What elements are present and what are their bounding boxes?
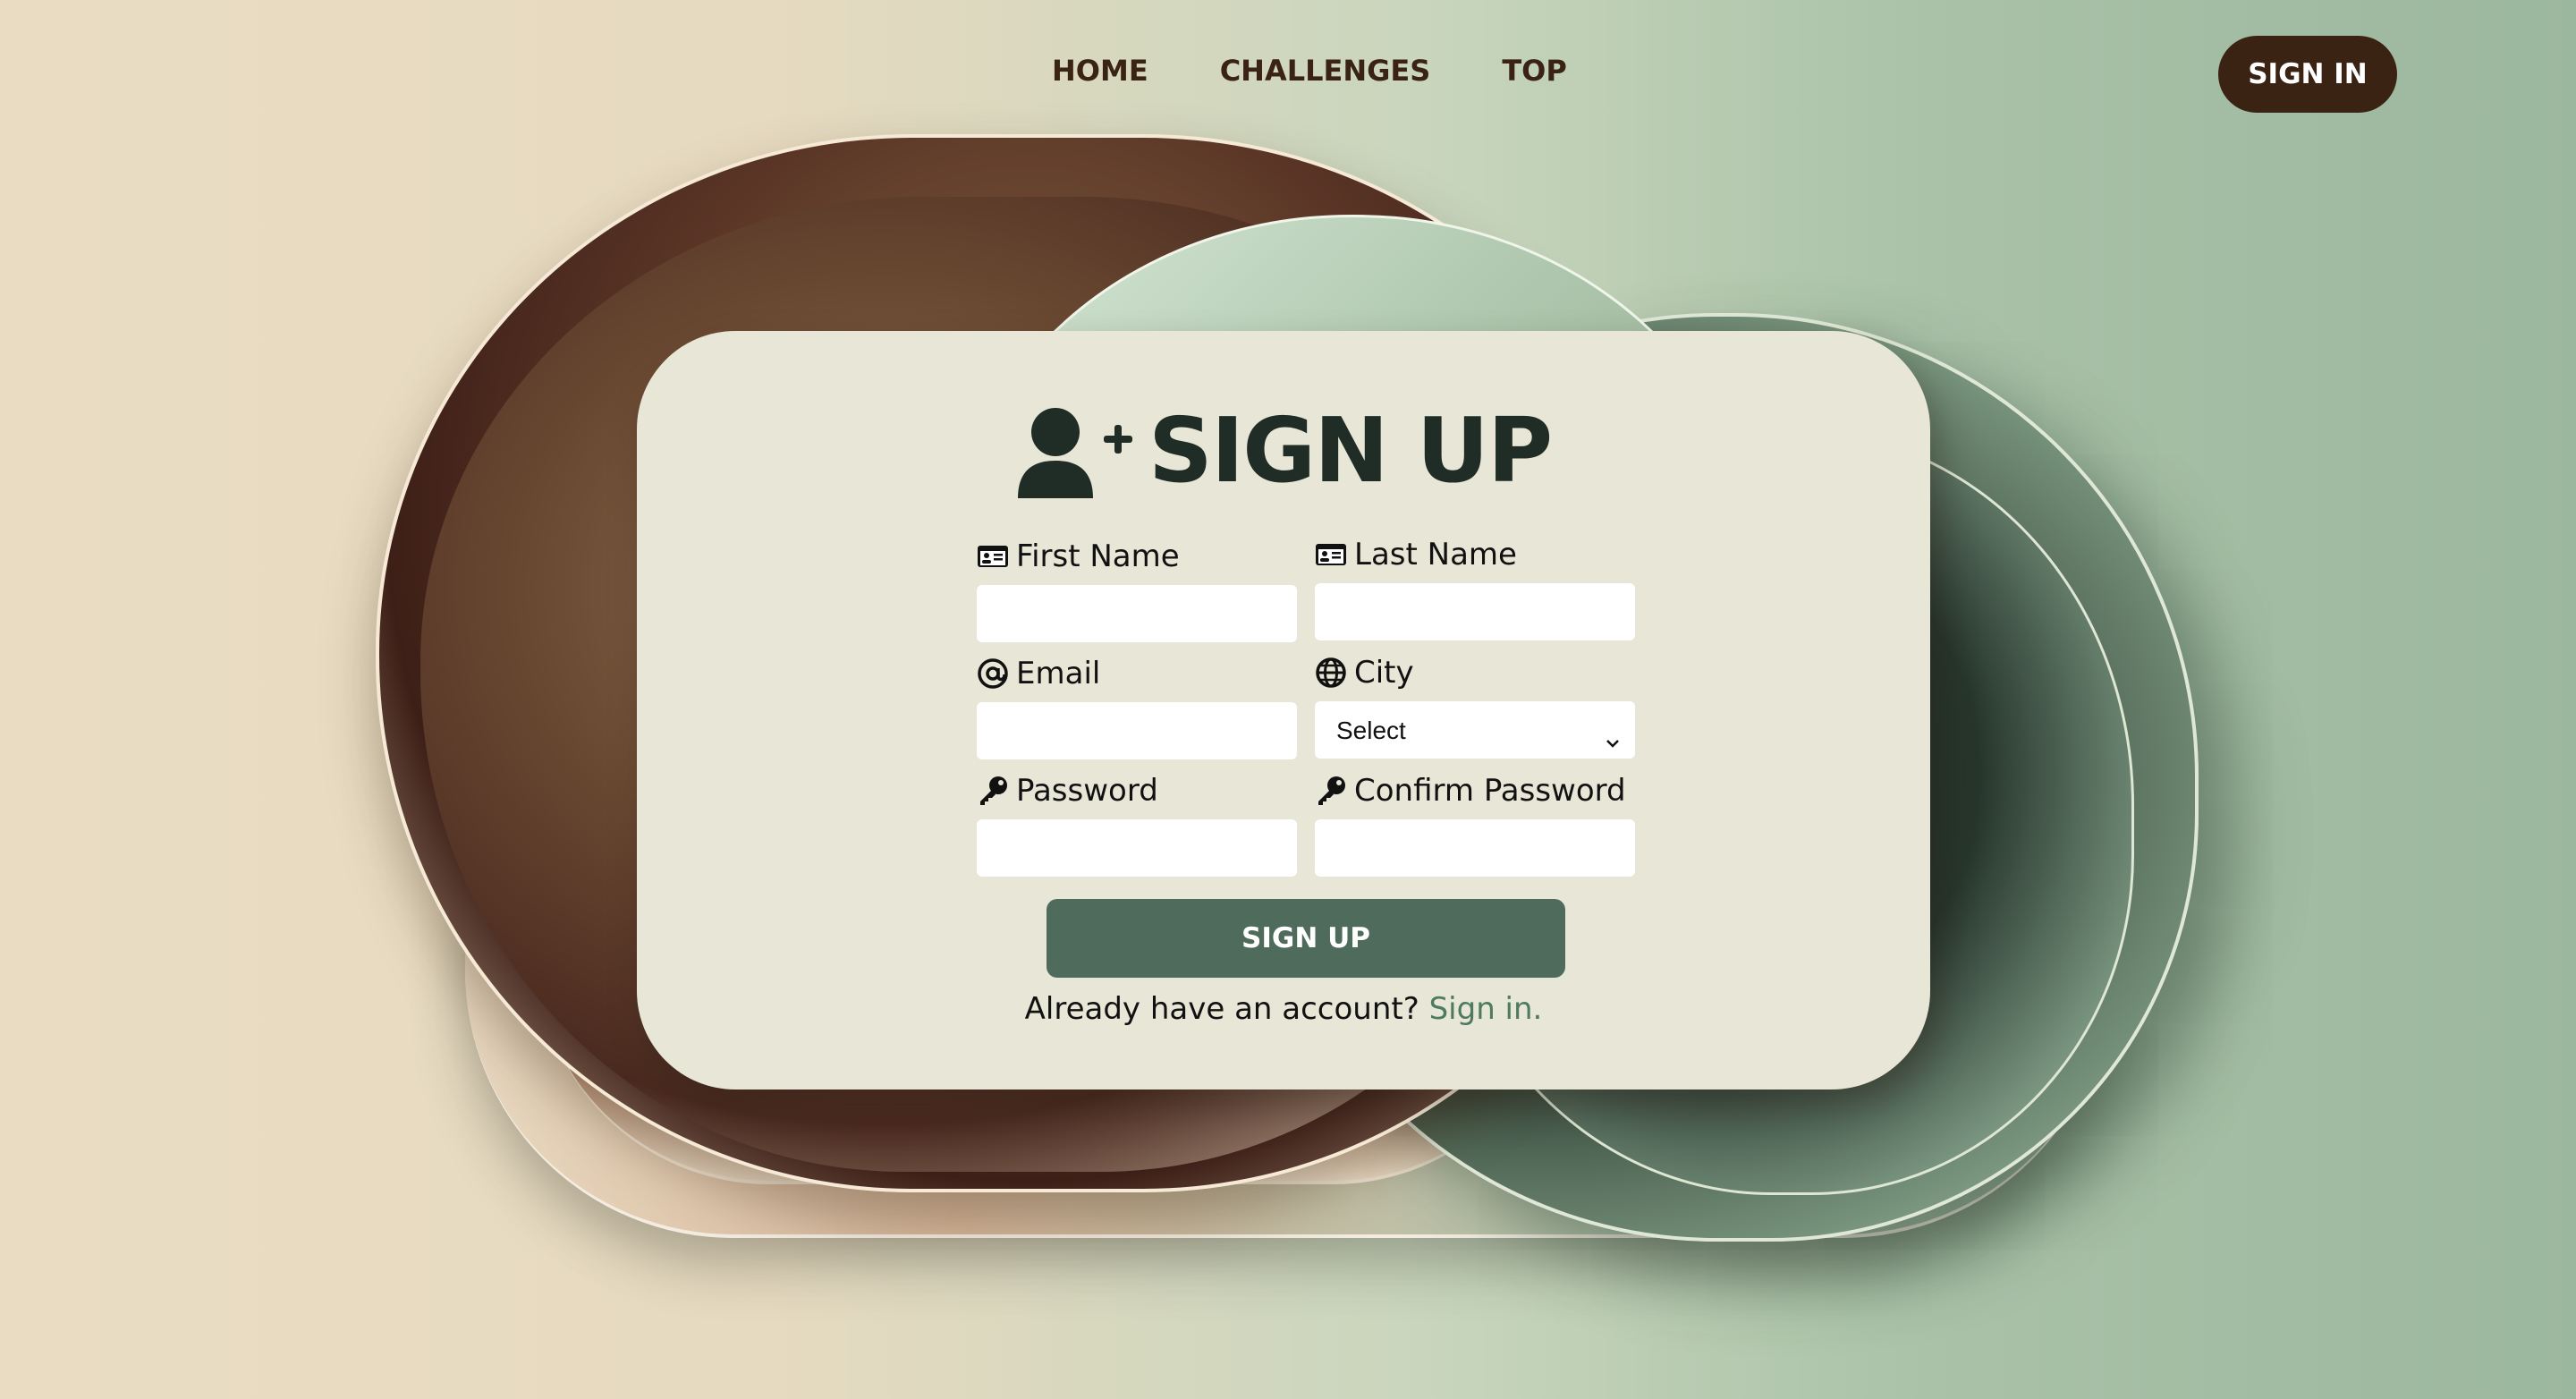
- globe-icon: [1316, 657, 1346, 688]
- first-name-input[interactable]: [977, 585, 1297, 642]
- confirm-password-label: Confirm Password: [1315, 771, 1635, 810]
- top-nav: HOME CHALLENGES TOP SIGN IN: [0, 0, 2576, 148]
- email-label-text: Email: [1016, 656, 1101, 691]
- city-label-text: City: [1354, 655, 1414, 691]
- city-select-wrap: Select: [1315, 701, 1635, 759]
- card-title: SIGN UP: [637, 398, 1930, 503]
- email-label: Email: [977, 654, 1297, 693]
- nav-link-challenges[interactable]: CHALLENGES: [1220, 54, 1431, 88]
- email-group: Email: [977, 654, 1297, 759]
- last-name-label: Last Name: [1315, 535, 1635, 574]
- first-name-group: First Name: [977, 537, 1297, 642]
- last-name-group: Last Name: [1315, 535, 1635, 640]
- password-group: Password: [977, 771, 1297, 877]
- user-plus-icon: [1017, 407, 1132, 498]
- sign-in-link[interactable]: Sign in.: [1429, 991, 1543, 1027]
- first-name-label-text: First Name: [1016, 538, 1180, 574]
- last-name-input[interactable]: [1315, 583, 1635, 640]
- id-card-icon: [978, 546, 1008, 567]
- nav-link-home[interactable]: HOME: [1052, 54, 1148, 88]
- id-card-icon: [1316, 544, 1346, 565]
- signin-prompt-text: Already have an account?: [1024, 991, 1419, 1027]
- confirm-password-label-text: Confirm Password: [1354, 773, 1626, 809]
- key-icon: [980, 776, 1007, 805]
- confirm-password-input[interactable]: [1315, 819, 1635, 877]
- first-name-label: First Name: [977, 537, 1297, 576]
- confirm-password-group: Confirm Password: [1315, 771, 1635, 877]
- nav-links: HOME CHALLENGES TOP: [1052, 54, 1567, 88]
- last-name-label-text: Last Name: [1354, 537, 1517, 572]
- city-select[interactable]: Select: [1315, 701, 1635, 759]
- city-label: City: [1315, 653, 1635, 692]
- sign-in-button[interactable]: SIGN IN: [2218, 36, 2397, 113]
- at-icon: [978, 658, 1008, 689]
- page-title: SIGN UP: [1148, 398, 1553, 503]
- password-label-text: Password: [1016, 773, 1158, 809]
- password-input[interactable]: [977, 819, 1297, 877]
- email-input[interactable]: [977, 702, 1297, 759]
- signup-card: SIGN UP First Name Last Name Email City …: [637, 331, 1930, 1090]
- password-label: Password: [977, 771, 1297, 810]
- sign-up-button[interactable]: SIGN UP: [1046, 899, 1565, 978]
- nav-link-top[interactable]: TOP: [1502, 54, 1566, 88]
- key-icon: [1318, 776, 1345, 805]
- signin-prompt: Already have an account? Sign in.: [637, 991, 1930, 1027]
- city-group: City Select: [1315, 653, 1635, 759]
